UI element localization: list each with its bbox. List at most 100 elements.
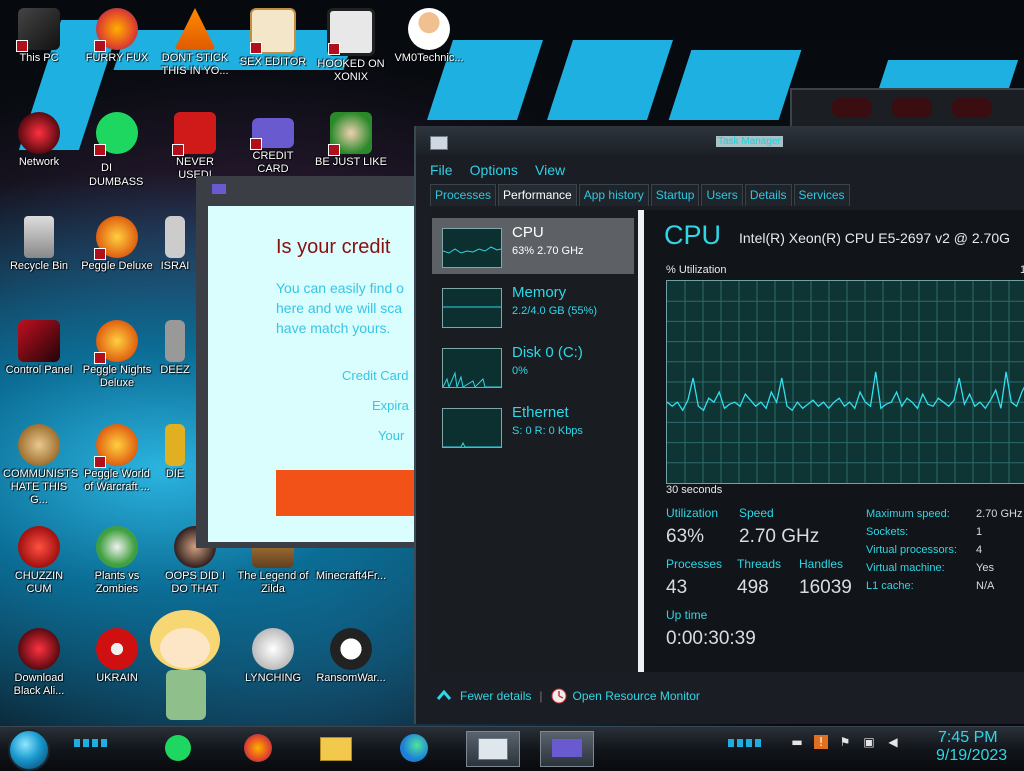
peggle-icon	[94, 424, 138, 468]
desktop-icon-label: RansomWar...	[316, 672, 386, 684]
desktop-icon-peggle-nights[interactable]: Peggle Nights Deluxe	[81, 314, 153, 410]
desktop-icon-network[interactable]: Network	[3, 106, 75, 202]
handles-value: 16039	[799, 577, 852, 598]
desktop-icon-label: Peggle Deluxe	[81, 260, 153, 272]
control-panel-icon	[18, 320, 60, 362]
start-button[interactable]	[8, 729, 50, 771]
tab-users[interactable]: Users	[701, 184, 743, 206]
open-resource-monitor-link[interactable]: Open Resource Monitor	[573, 689, 700, 703]
desktop-icon-peggle-deluxe[interactable]: Peggle Deluxe	[81, 210, 153, 306]
network-status-icon[interactable]: ▣	[862, 735, 876, 749]
desktop-icon-deez[interactable]: DEEZ	[150, 314, 200, 410]
tab-performance[interactable]: Performance	[498, 184, 577, 206]
spec-value: 1	[976, 526, 983, 538]
credit-card-intro-line: here and we will sca	[276, 300, 403, 316]
wallpaper-stroke	[547, 40, 673, 120]
memory-thumbnail-graph	[442, 288, 502, 328]
firefox-icon	[94, 8, 138, 52]
menu-options[interactable]: Options	[470, 162, 518, 178]
desktop-icon-israi[interactable]: ISRAI	[150, 210, 200, 306]
resource-item-ethernet[interactable]: Ethernet S: 0 R: 0 Kbps	[432, 398, 634, 454]
resource-item-memory[interactable]: Memory 2.2/4.0 GB (55%)	[432, 278, 634, 334]
chuzzle-icon	[18, 526, 60, 568]
volume-icon[interactable]: ◀	[886, 735, 900, 749]
spec-label: Maximum speed:	[866, 508, 950, 520]
taskbar-app-spotify[interactable]	[156, 731, 200, 765]
spec-value: 4	[976, 544, 983, 556]
resource-value: 0%	[512, 365, 528, 377]
tab-startup[interactable]: Startup	[650, 184, 700, 206]
desktop-icon-label: CREDIT CARD	[252, 150, 294, 175]
tab-processes[interactable]: Processes	[430, 184, 497, 206]
desktop-icon-chuzzin[interactable]: CHUZZIN CUM	[3, 520, 75, 616]
credit-card-icon	[250, 118, 294, 150]
credit-card-number-label: Credit Card	[342, 368, 409, 383]
cpu-model: Intel(R) Xeon(R) CPU E5-2697 v2 @ 2.70G	[739, 230, 1010, 246]
desktop-icon-die[interactable]: DIE	[150, 418, 200, 514]
desktop-icon-discord[interactable]: DI DUMBASS	[81, 106, 153, 202]
desktop-icon-furry-fux[interactable]: FURRY FUX	[81, 2, 153, 98]
show-desktop-icon[interactable]: ▬	[790, 735, 804, 749]
spec-label: L1 cache:	[866, 580, 914, 592]
desktop-icon-label: OOPS DID I DO THAT	[165, 570, 225, 595]
credit-card-icon	[552, 739, 582, 757]
desktop-icon-this-pc[interactable]: This PC	[3, 2, 75, 98]
recycle-bin-icon	[24, 216, 54, 258]
threads-label: Threads	[737, 557, 782, 571]
performance-panel: CPU 63% 2.70 GHz Memory 2.2/4.0 GB (55%)…	[430, 210, 1024, 672]
spotify-icon	[94, 112, 138, 156]
fewer-details-link[interactable]: Fewer details	[460, 689, 531, 703]
desktop-icon-label: SEX EDITOR	[239, 56, 307, 68]
dev-cpp-icon	[172, 112, 216, 156]
resource-value: 2.2/4.0 GB (55%)	[512, 305, 597, 317]
taskbar-app-edge[interactable]	[392, 731, 436, 765]
firefox-icon	[244, 734, 272, 762]
clock-date[interactable]: 9/19/2023	[936, 747, 1007, 765]
desktop-icon-peggle-wow[interactable]: Peggle World of Warcraft ...	[81, 418, 153, 514]
desktop-icon-dont-stick[interactable]: DONT STICK THIS IN YO...	[159, 2, 231, 98]
taskbar-app-task-manager[interactable]	[466, 731, 520, 767]
spec-label: Virtual machine:	[866, 562, 945, 574]
clock-time[interactable]: 7:45 PM	[938, 729, 998, 747]
resource-item-disk[interactable]: Disk 0 (C:) 0%	[432, 338, 634, 394]
spec-value: 2.70 GHz	[976, 508, 1023, 520]
credit-card-window-titlebar[interactable]	[196, 176, 414, 198]
utilization-axis-max: 1	[1020, 264, 1024, 276]
tab-details[interactable]: Details	[744, 184, 792, 206]
desktop-icon-label: Plants vs Zombies	[94, 570, 140, 595]
desktop-icon-lynching[interactable]: LYNCHING	[237, 622, 309, 718]
utilization-value: 63%	[666, 526, 705, 547]
taskbar-app-credit-card[interactable]	[540, 731, 594, 767]
action-center-flag-icon[interactable]: ⚑	[838, 735, 852, 749]
menu-file[interactable]: File	[430, 162, 453, 178]
submit-button[interactable]	[276, 470, 414, 516]
desktop-icon-label: Peggle World of Warcraft ...	[84, 468, 150, 493]
expiration-label: Expira	[372, 398, 409, 413]
resource-monitor-icon	[551, 688, 566, 704]
desktop-icon-label: This PC	[19, 52, 59, 64]
task-manager-app-icon	[430, 136, 448, 150]
resource-name: Disk 0 (C:)	[512, 344, 583, 361]
desktop-icon-label: Peggle Nights Deluxe	[82, 364, 152, 389]
taskbar-app-file-explorer[interactable]	[314, 731, 358, 765]
character-icon	[328, 112, 372, 156]
desktop-icon-ransomware[interactable]: RansomWar...	[315, 622, 387, 718]
desktop-icon-download-black-ali[interactable]: Download Black Ali...	[3, 622, 75, 718]
desktop-icon-hooked-on-xonix[interactable]: HOOKED ON XONIX	[315, 2, 387, 98]
desktop-icon-control-panel[interactable]: Control Panel	[3, 314, 75, 410]
task-manager-titlebar[interactable]: Task Manager	[416, 126, 1024, 156]
desktop-icon-sex-editor[interactable]: SEX EDITOR	[237, 2, 309, 98]
desktop-icon-label: Minecraft4Fr...	[315, 570, 387, 582]
printer-icon	[165, 320, 185, 362]
tab-app-history[interactable]: App history	[578, 184, 649, 206]
tab-services[interactable]: Services	[793, 184, 850, 206]
radiation-icon	[96, 628, 138, 670]
resource-item-cpu[interactable]: CPU 63% 2.70 GHz	[432, 218, 634, 274]
desktop-icon-communists[interactable]: COMMUNISTS HATE THIS G...	[3, 418, 78, 514]
notification-app-icon[interactable]: !	[814, 735, 828, 749]
menu-view[interactable]: View	[535, 162, 565, 178]
desktop-icon-recycle-bin[interactable]: Recycle Bin	[3, 210, 75, 306]
uptime-value: 0:00:30:39	[666, 628, 756, 649]
desktop-icon-vm0technic[interactable]: VM0Technic...	[393, 2, 465, 98]
taskbar-app-firefox[interactable]	[236, 731, 280, 765]
